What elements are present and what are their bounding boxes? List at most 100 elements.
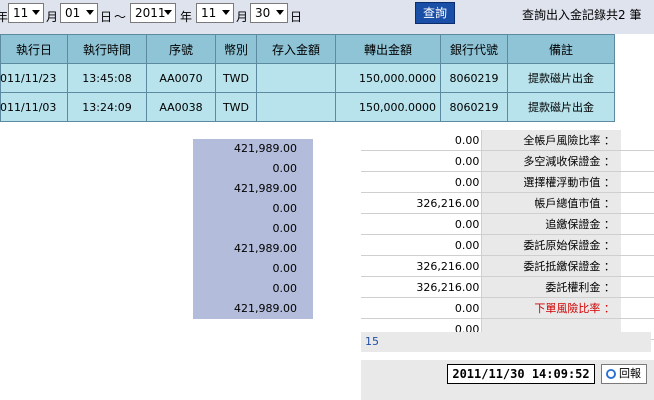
end-month-select[interactable]: 11 [196,3,234,23]
dropdown-arrow-icon [32,10,40,15]
order-risk-ratio-label: 下單風險比率 ： [481,297,621,319]
summary-label: 選擇權浮動市值 ： [481,171,621,193]
summary-blank [620,255,654,277]
day-label: 日 [100,10,113,24]
month-label: 月 [46,10,59,24]
end-year-select[interactable]: 2011 [130,3,176,23]
range-separator: ～ [114,10,127,24]
reply-button[interactable]: ● 回報 [601,364,647,384]
summary-value: 0.00 [361,130,483,151]
record-count-summary: 查詢出入金記錄共2 筆 [522,8,642,22]
col-bank-code: 銀行代號 [440,34,508,64]
summary-value: 0.00 [361,297,483,319]
col-exec-date: 執行日 [0,34,68,64]
start-month-value: 11 [13,6,29,20]
summary-row: 326,216.00 委託抵繳保證金 ： [361,255,654,277]
cell-bank-code: 8060219 [440,63,508,93]
summary-value: 0.00 [361,234,483,256]
summary-value: 326,216.00 [361,276,483,298]
end-day-value: 30 [255,6,271,20]
margin-summary-panel: 0.00 全帳戶風險比率 ： 0.00 多空減收保證金 ： 0.00 選擇權浮動市值 … [361,130,654,340]
start-day-select[interactable]: 01 [60,3,98,23]
year-label: 年 [180,10,193,24]
table-row[interactable]: 2011/11/23 13:45:08 AA0070 TWD 150,000.0… [0,63,615,93]
cell-exec-time: 13:45:08 [67,63,147,93]
status-bar: 2011/11/30 14:09:52 ● 回報 [361,360,654,400]
summary-row: 0.00 選擇權浮動市值 ： [361,171,654,193]
summary-value: 0.00 [361,171,483,193]
end-day-select[interactable]: 30 [250,3,288,23]
reply-label: 回報 [619,367,641,380]
summary-blank [620,213,654,235]
value-cell: 0.00 [272,222,298,235]
month-label: 月 [236,10,249,24]
exec-date-text: 2011/11/03 [0,100,57,114]
cell-withdraw-amount: 150,000.0000 [335,92,441,122]
exec-date-text: 2011/11/23 [0,71,57,85]
cell-exec-date: 2011/11/23 [0,63,68,93]
col-remark: 備註 [507,34,615,64]
col-deposit-amount: 存入金額 [256,34,336,64]
summary-row: 326,216.00 帳戶總值市值 ： [361,192,654,214]
dropdown-arrow-icon [276,10,284,15]
summary-row: 0.00 下單風險比率 ： [361,297,654,319]
date-filter-bar: 年 11 月 01 日 ～ 2011 年 11 月 30 日 查詢 查詢出入金記… [0,0,654,34]
value-cell: 0.00 [272,262,298,275]
summary-blank [620,276,654,298]
cell-exec-date: 2011/11/03 [0,92,68,122]
summary-label: 多空減收保證金 ： [481,150,621,172]
summary-row: 0.00 多空減收保證金 ： [361,150,654,172]
summary-row: 326,216.00 委託權利金 ： [361,276,654,298]
start-day-value: 01 [65,6,81,20]
summary-label: 委託抵繳保證金 ： [481,255,621,277]
cell-withdraw-amount: 150,000.0000 [335,63,441,93]
cell-currency: TWD [215,92,257,122]
summary-value: 0.00 [361,150,483,172]
start-month-select[interactable]: 11 [8,3,44,23]
fund-transfer-table: 執行日 執行時間 序號 幣別 存入金額 轉出金額 銀行代號 備註 2011/11… [0,34,615,122]
cell-remark: 提款磁片出金 [507,92,615,122]
summary-blank [620,130,654,151]
value-cell: 421,989.00 [234,302,297,315]
cell-serial: AA0038 [146,92,216,122]
summary-row: 0.00 追繳保證金 ： [361,213,654,235]
pagination-bar: 15 [361,332,651,352]
summary-label: 全帳戶風險比率 ： [481,130,621,151]
cell-deposit-amount [256,63,336,93]
balance-values-column: 421,989.00 0.00 421,989.00 0.00 0.00 421… [193,139,313,319]
cell-deposit-amount [256,92,336,122]
value-cell: 421,989.00 [234,182,297,195]
query-button[interactable]: 查詢 [415,2,455,24]
summary-label: 追繳保證金 ： [481,213,621,235]
summary-row: 0.00 委託原始保證金 ： [361,234,654,256]
summary-label: 委託原始保證金 ： [481,234,621,256]
page-number-link[interactable]: 15 [365,335,379,348]
cell-exec-time: 13:24:09 [67,92,147,122]
value-cell: 0.00 [272,162,298,175]
end-month-value: 11 [201,6,217,20]
value-cell: 421,989.00 [234,242,297,255]
summary-value: 326,216.00 [361,255,483,277]
summary-blank [620,297,654,319]
summary-label: 委託權利金 ： [481,276,621,298]
summary-label: 帳戶總值市值 ： [481,192,621,214]
col-withdraw-amount: 轉出金額 [335,34,441,64]
cell-serial: AA0070 [146,63,216,93]
table-header-row: 執行日 執行時間 序號 幣別 存入金額 轉出金額 銀行代號 備註 [0,34,615,64]
summary-value: 326,216.00 [361,192,483,214]
start-year-suffix: 年 [0,10,9,24]
value-cell: 0.00 [272,202,298,215]
summary-blank [620,171,654,193]
table-row[interactable]: 2011/11/03 13:24:09 AA0038 TWD 150,000.0… [0,92,615,122]
summary-blank [620,150,654,172]
summary-row: 0.00 全帳戶風險比率 ： [361,130,654,151]
dropdown-arrow-icon [164,10,172,15]
value-cell: 421,989.00 [234,142,297,155]
cell-remark: 提款磁片出金 [507,63,615,93]
day-label: 日 [290,10,303,24]
dropdown-arrow-icon [222,10,230,15]
summary-blank [620,192,654,214]
cell-bank-code: 8060219 [440,92,508,122]
col-serial: 序號 [146,34,216,64]
dropdown-arrow-icon [86,10,94,15]
